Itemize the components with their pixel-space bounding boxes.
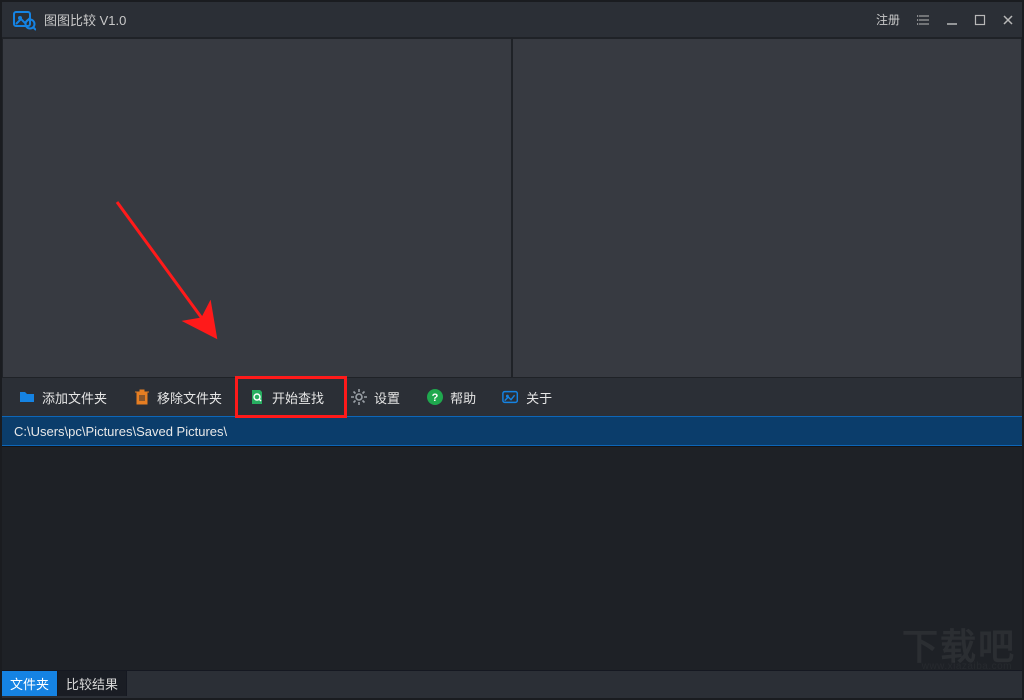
- about-icon: [502, 388, 520, 406]
- toolbar: 添加文件夹 移除文件夹 开始查找 设置 ? 帮助: [2, 378, 1022, 416]
- add-folder-button[interactable]: 添加文件夹: [12, 384, 113, 411]
- app-title: 图图比较 V1.0: [44, 10, 126, 29]
- start-search-button[interactable]: 开始查找: [242, 384, 330, 411]
- preview-area: [2, 38, 1022, 378]
- register-button[interactable]: 注册: [866, 2, 910, 38]
- help-label: 帮助: [450, 388, 476, 407]
- selected-folder-path: C:\Users\pc\Pictures\Saved Pictures\: [14, 424, 227, 439]
- help-button[interactable]: ? 帮助: [420, 384, 482, 411]
- tab-results[interactable]: 比较结果: [58, 671, 127, 696]
- search-doc-icon: [248, 388, 266, 406]
- add-folder-label: 添加文件夹: [42, 388, 107, 407]
- gear-icon: [350, 388, 368, 406]
- folder-list-area: [2, 446, 1022, 670]
- preview-pane-left: [2, 38, 512, 378]
- about-button[interactable]: 关于: [496, 384, 558, 411]
- bottom-tabs: 文件夹 比较结果: [2, 670, 1022, 696]
- start-search-label: 开始查找: [272, 388, 324, 407]
- app-window: 图图比较 V1.0 注册 添加文件夹 移: [0, 0, 1024, 700]
- settings-button[interactable]: 设置: [344, 384, 406, 411]
- about-label: 关于: [526, 388, 552, 407]
- maximize-button[interactable]: [966, 2, 994, 38]
- minimize-button[interactable]: [938, 2, 966, 38]
- preview-pane-right: [512, 38, 1022, 378]
- svg-text:?: ?: [432, 392, 439, 404]
- watermark-url: www.xiazaiba.com: [922, 661, 1012, 672]
- remove-folder-button[interactable]: 移除文件夹: [127, 384, 228, 411]
- app-logo-icon: [12, 8, 36, 32]
- help-icon: ?: [426, 388, 444, 406]
- folder-icon: [18, 388, 36, 406]
- titlebar: 图图比较 V1.0 注册: [2, 2, 1022, 38]
- close-button[interactable]: [994, 2, 1022, 38]
- menu-list-icon[interactable]: [910, 2, 938, 38]
- tab-folders[interactable]: 文件夹: [2, 671, 58, 696]
- trash-icon: [133, 388, 151, 406]
- remove-folder-label: 移除文件夹: [157, 388, 222, 407]
- path-bar[interactable]: C:\Users\pc\Pictures\Saved Pictures\: [2, 416, 1022, 446]
- settings-label: 设置: [374, 388, 400, 407]
